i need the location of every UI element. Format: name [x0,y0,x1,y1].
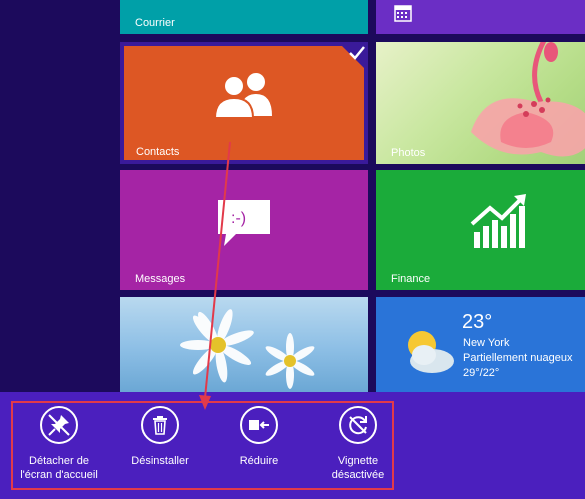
annotation-arrow [199,141,231,410]
